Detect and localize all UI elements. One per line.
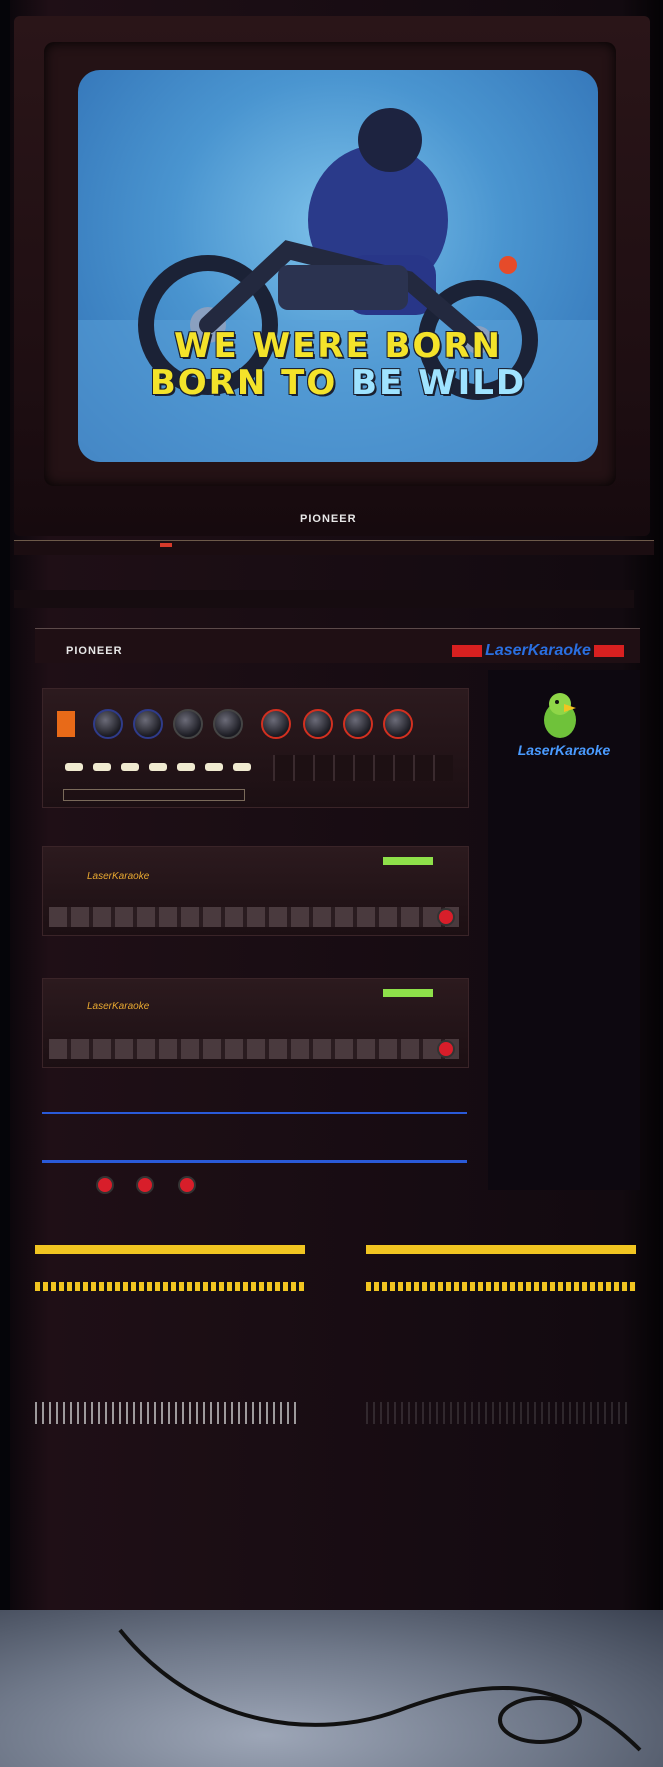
right-speaker-led-row	[366, 1282, 636, 1291]
mic-volume-knob-2[interactable]	[133, 709, 163, 739]
mixer-power-switch[interactable]	[57, 711, 75, 737]
parrot-mascot-icon	[544, 693, 576, 738]
mixer-sliders[interactable]	[273, 755, 453, 781]
tv-shelf	[14, 590, 634, 608]
mixer-button-2[interactable]	[93, 763, 111, 771]
tv-base-strip	[14, 540, 654, 555]
laserkaraoke-badge-text: LaserKaraoke	[485, 642, 591, 659]
mixer-button-4[interactable]	[149, 763, 167, 771]
mixer-display-strip	[63, 789, 245, 801]
tv-brand-logo: PIONEER	[300, 513, 357, 525]
laserdisc-player-1: LaserKaraoke	[42, 846, 469, 936]
lyric-line-2-highlight: BE WILD	[351, 363, 527, 403]
power-cable	[118, 1628, 642, 1752]
lyric-line-2: BORN TO BE WILD	[78, 363, 598, 403]
left-speaker-led-row	[35, 1282, 305, 1291]
laserkaraoke-logo-text: LaserKaraoke	[517, 742, 611, 758]
mixer-button-7[interactable]	[233, 763, 251, 771]
motorcycle-rider-image	[78, 108, 598, 462]
mixer-button-1[interactable]	[65, 763, 83, 771]
lyric-line-1: WE WERE BORN	[78, 326, 598, 366]
speaker-grille-right	[366, 1402, 631, 1424]
player-1-transport-buttons[interactable]	[49, 907, 459, 927]
lyric-line-2-sung: BORN TO	[149, 363, 352, 403]
storage-shelf	[42, 1112, 467, 1163]
player-1-label: LaserKaraoke	[87, 871, 150, 882]
tv-screen: WE WERE BORN BORN TO BE WILD	[78, 70, 598, 462]
laserdisc-player-2: LaserKaraoke	[42, 978, 469, 1068]
mic-jack-3[interactable]	[178, 1176, 196, 1194]
laserkaraoke-badge: LaserKaraoke	[452, 640, 624, 662]
key-knob[interactable]	[213, 709, 243, 739]
player-2-display	[383, 989, 433, 997]
rack-brand-logo: PIONEER	[66, 645, 123, 657]
player-1-stop-button[interactable]	[437, 908, 455, 926]
eq-knob-1[interactable]	[261, 709, 291, 739]
speaker-grille-left	[35, 1402, 300, 1424]
player-2-transport-buttons[interactable]	[49, 1039, 459, 1059]
mic-volume-knob-1[interactable]	[93, 709, 123, 739]
lyric-line-1-text: WE WERE BORN	[174, 326, 502, 366]
eq-knob-3[interactable]	[343, 709, 373, 739]
eq-knob-2[interactable]	[303, 709, 333, 739]
left-speaker-level-meter	[35, 1245, 305, 1254]
echo-knob[interactable]	[173, 709, 203, 739]
tv-power-led	[160, 543, 172, 547]
karaoke-mixer	[42, 688, 469, 808]
eq-knob-4[interactable]	[383, 709, 413, 739]
right-speaker-level-meter	[366, 1245, 636, 1254]
mixer-button-3[interactable]	[121, 763, 139, 771]
player-2-label: LaserKaraoke	[87, 1001, 150, 1012]
mic-jack-1[interactable]	[96, 1176, 114, 1194]
mic-jack-2[interactable]	[136, 1176, 154, 1194]
player-1-display	[383, 857, 433, 865]
mixer-button-5[interactable]	[177, 763, 195, 771]
player-2-stop-button[interactable]	[437, 1040, 455, 1058]
mixer-button-6[interactable]	[205, 763, 223, 771]
